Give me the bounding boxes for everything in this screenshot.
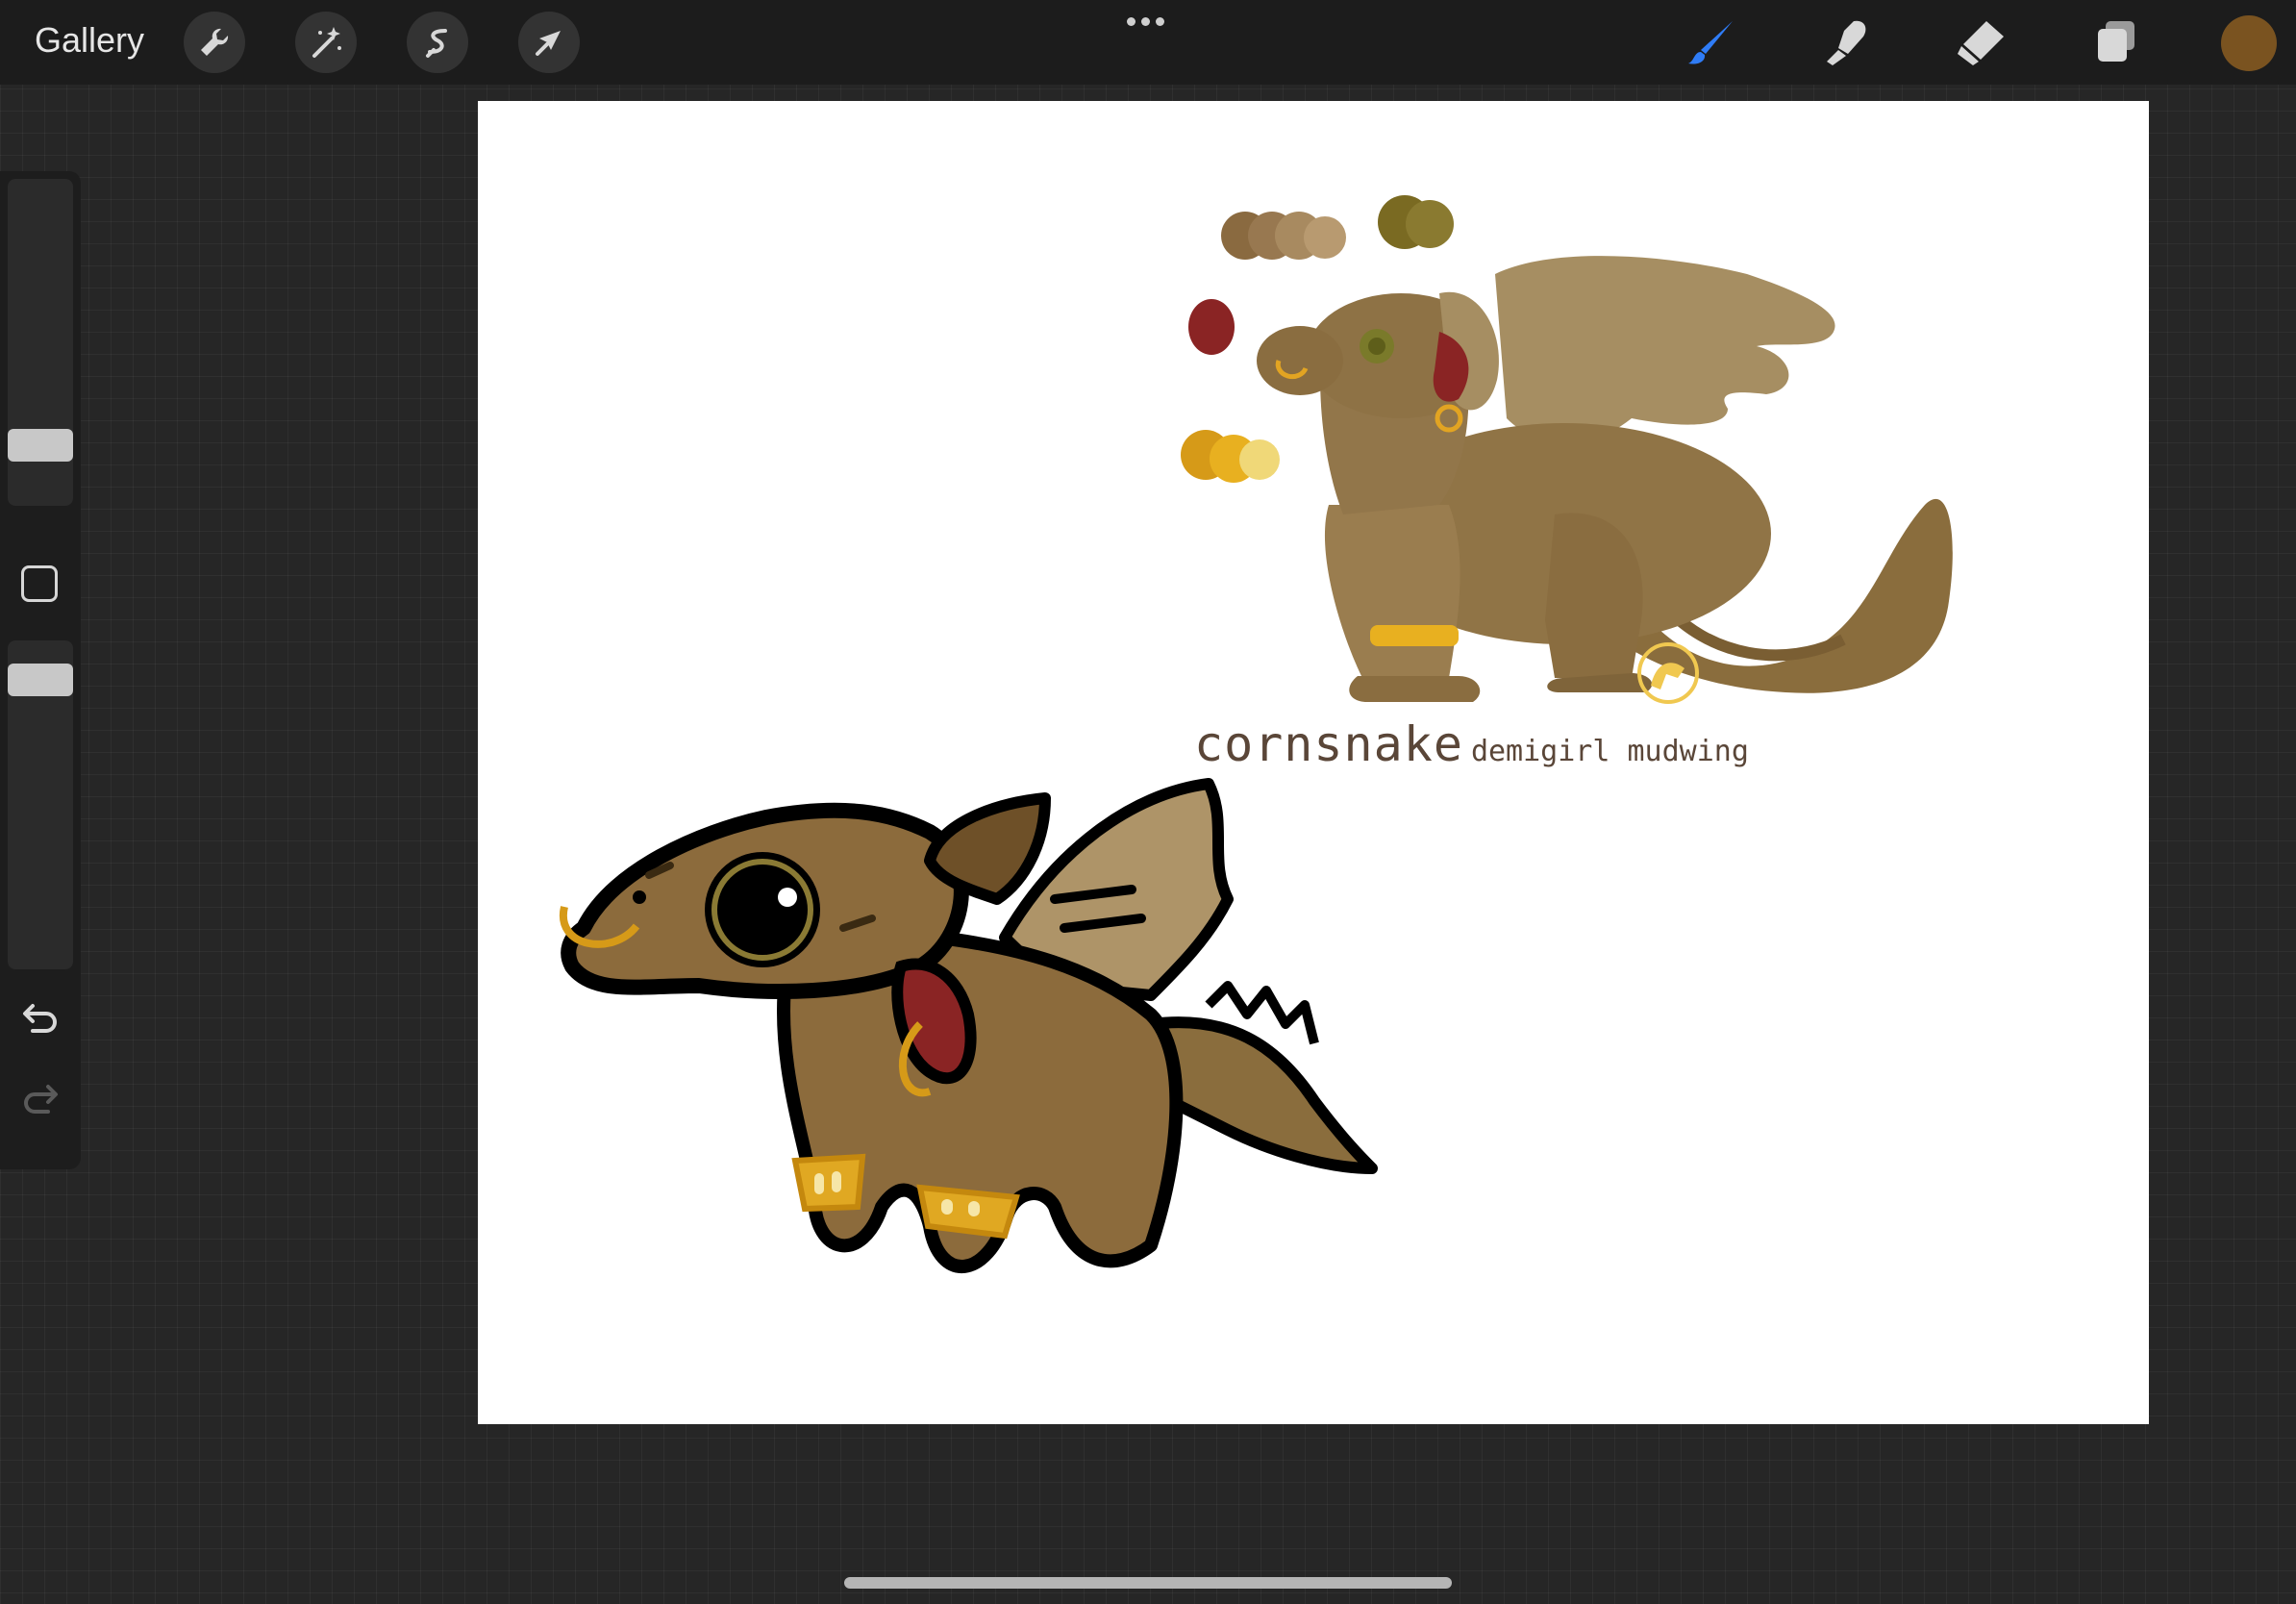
character-name: cornsnake <box>1194 716 1463 772</box>
character-name-label: cornsnake demigirl mudwing <box>1194 716 1749 772</box>
top-toolbar: Gallery <box>0 0 2296 85</box>
redo-icon[interactable] <box>17 1075 63 1121</box>
opacity-thumb[interactable] <box>8 664 73 696</box>
undo-icon[interactable] <box>17 994 63 1040</box>
magic-wand-icon <box>312 27 341 58</box>
gallery-button[interactable]: Gallery <box>35 17 144 63</box>
brush-tool-button[interactable] <box>1683 13 1740 71</box>
brush-icon <box>1688 21 1733 64</box>
modify-button[interactable] <box>21 565 58 602</box>
smudge-icon <box>1827 20 1866 65</box>
smudge-tool-button[interactable] <box>1817 13 1875 71</box>
eraser-icon <box>1958 21 2004 65</box>
home-indicator[interactable] <box>844 1577 1452 1589</box>
reference-dragon <box>1257 256 1953 704</box>
selection-icon <box>426 29 447 58</box>
layers-icon <box>2098 21 2134 62</box>
layers-button[interactable] <box>2086 13 2144 71</box>
eraser-tool-button[interactable] <box>1952 13 2009 71</box>
left-sidebar <box>0 171 81 1169</box>
character-description: demigirl mudwing <box>1470 735 1749 768</box>
adjustments-button[interactable] <box>295 12 357 73</box>
more-menu-button[interactable] <box>1127 17 1164 26</box>
actions-button[interactable] <box>184 12 245 73</box>
ellipsis-icon <box>1127 17 1136 26</box>
brush-size-thumb[interactable] <box>8 429 73 462</box>
transform-button[interactable] <box>518 12 580 73</box>
wrench-icon <box>201 28 229 56</box>
chibi-dragon <box>559 778 1378 1273</box>
selection-button[interactable] <box>407 12 468 73</box>
transform-arrow-icon <box>536 31 561 56</box>
color-picker-button[interactable] <box>2221 15 2277 71</box>
drawing-canvas[interactable]: cornsnake demigirl mudwing <box>478 101 2149 1424</box>
